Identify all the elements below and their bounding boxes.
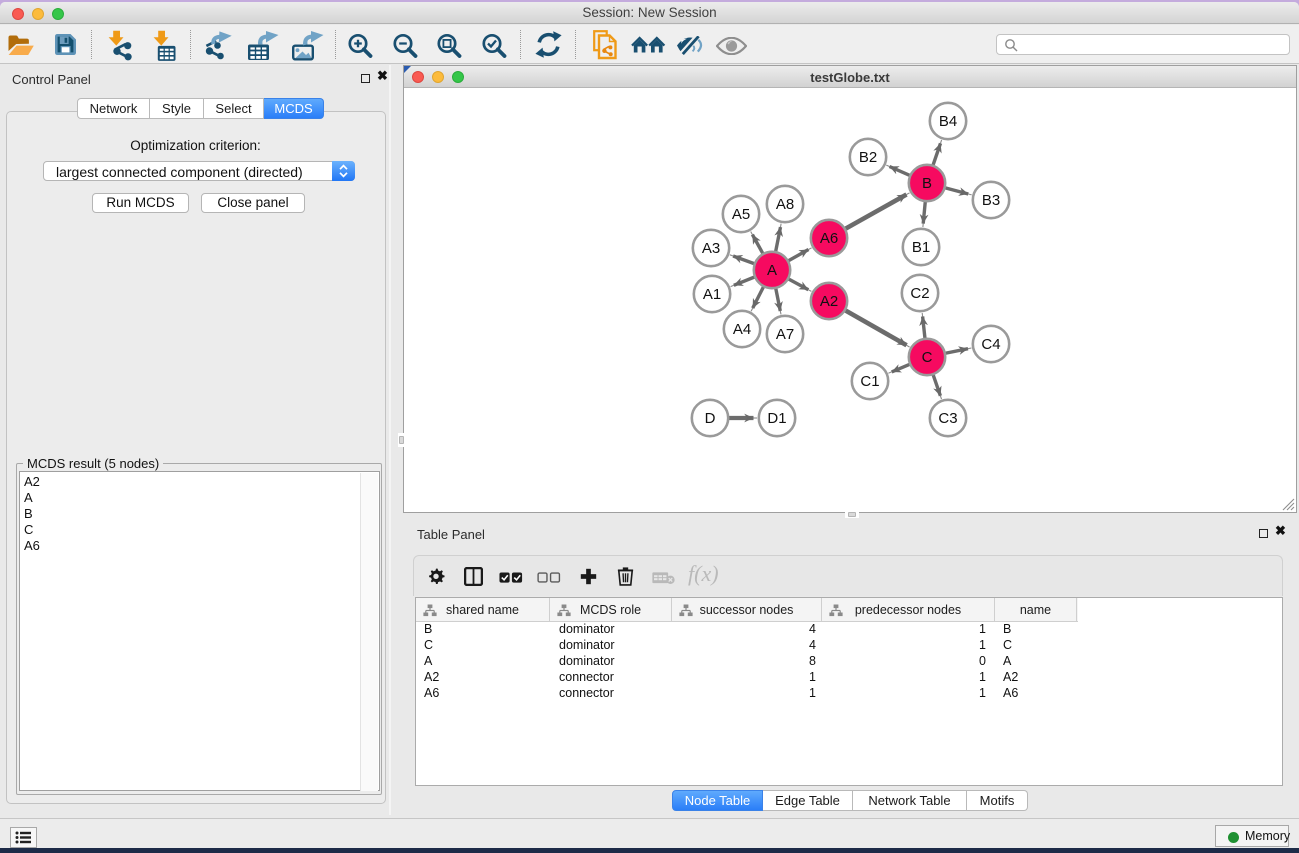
svg-text:B: B [922, 175, 932, 192]
svg-text:B4: B4 [939, 113, 957, 130]
svg-text:D: D [705, 410, 716, 427]
svg-text:C: C [922, 349, 933, 366]
svg-text:B2: B2 [859, 149, 877, 166]
svg-text:B3: B3 [982, 192, 1000, 209]
svg-text:C2: C2 [910, 285, 929, 302]
svg-text:C3: C3 [938, 410, 957, 427]
svg-text:A5: A5 [732, 206, 750, 223]
svg-text:A8: A8 [776, 196, 794, 213]
svg-text:A: A [767, 262, 777, 279]
svg-text:C4: C4 [981, 336, 1000, 353]
svg-text:A4: A4 [733, 321, 751, 338]
svg-text:D1: D1 [767, 410, 786, 427]
svg-text:A3: A3 [702, 240, 720, 257]
svg-text:A1: A1 [703, 286, 721, 303]
svg-text:A2: A2 [820, 293, 838, 310]
svg-text:A6: A6 [820, 230, 838, 247]
svg-text:B1: B1 [912, 239, 930, 256]
svg-text:A7: A7 [776, 326, 794, 343]
svg-text:C1: C1 [860, 373, 879, 390]
